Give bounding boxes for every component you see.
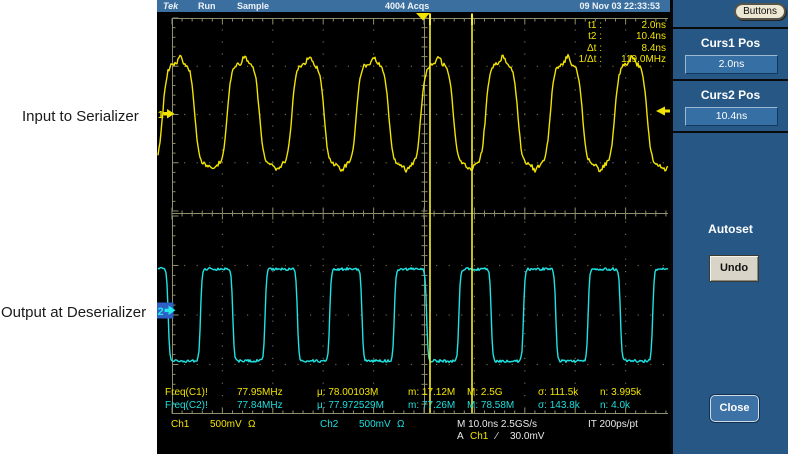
meas2-stdev: σ: 143.8k <box>538 400 580 411</box>
cursor-readout: t1 :2.0ns t2 :10.4ns Δt :8.4ns 1/Δt :119… <box>540 20 668 66</box>
trig-slope-icon: ∕ <box>496 431 498 442</box>
meas1-name: Freq(C1)! <box>165 387 208 398</box>
ch1-ground-marker <box>167 109 175 119</box>
annotation-output-deserializer: Output at Deserializer <box>1 304 146 321</box>
meas1-value: 77.95MHz <box>237 387 283 398</box>
trig-source: Ch1 <box>470 431 488 442</box>
autoset-title: Autoset <box>673 222 788 236</box>
ch1-waveform <box>158 55 668 173</box>
ch2-scale: 500mV <box>359 419 391 430</box>
panel-separator <box>673 27 788 29</box>
ch1-ohm-icon: Ω <box>248 419 255 430</box>
meas1-count: n: 3.995k <box>600 387 641 398</box>
screenshot-root: Input to Serializer Output at Deserializ… <box>0 0 788 454</box>
t1-label: t1 : <box>540 20 606 31</box>
trigger-level-arrow-icon <box>656 107 665 116</box>
waveform-display: 12 <box>157 0 670 454</box>
dt-value: 8.4ns <box>606 43 668 54</box>
ch2-ohm-icon: Ω <box>397 419 404 430</box>
trig-level: 30.0mV <box>510 431 544 442</box>
annotation-input-serializer: Input to Serializer <box>22 108 139 125</box>
meas2-count: n: 4.0k <box>600 400 630 411</box>
panel-separator <box>673 79 788 81</box>
ch2-label: Ch2 <box>320 419 338 430</box>
ch2-ground-marker <box>165 309 169 312</box>
ch1-label: Ch1 <box>171 419 189 430</box>
curs2-pos-title: Curs2 Pos <box>673 88 788 102</box>
meas1-stdev: σ: 111.5k <box>538 387 578 398</box>
close-button[interactable]: Close <box>710 395 759 422</box>
panel-separator <box>673 131 788 133</box>
buttons-button[interactable]: Buttons <box>734 3 786 20</box>
inv-dt-label: 1/Δt : <box>540 54 606 65</box>
meas1-min: m: 17.12M <box>408 387 455 398</box>
meas2-value: 77.84MHz <box>237 400 283 411</box>
dt-label: Δt : <box>540 43 606 54</box>
curs1-pos-value[interactable]: 2.0ns <box>685 55 778 74</box>
t2-value: 10.4ns <box>606 31 668 42</box>
trig-a: A <box>457 431 464 442</box>
timebase-readout: M 10.0ns 2.5GS/s <box>457 419 537 430</box>
t2-label: t2 : <box>540 31 606 42</box>
meas2-min: m: 77.26M <box>408 400 455 411</box>
interpolation-readout: IT 200ps/pt <box>588 419 638 430</box>
side-menu-panel: Buttons Curs1 Pos 2.0ns Curs2 Pos 10.4ns… <box>670 0 788 454</box>
trigger-position-marker <box>416 13 430 21</box>
curs1-pos-title: Curs1 Pos <box>673 36 788 50</box>
t1-value: 2.0ns <box>606 20 668 31</box>
meas1-mean: μ: 78.00103M <box>317 387 378 398</box>
meas2-mean: μ: 77.972529M <box>317 400 384 411</box>
meas1-max: M: 2.5G <box>467 387 503 398</box>
ch2-ground-marker: 2 <box>158 306 164 318</box>
undo-button[interactable]: Undo <box>709 255 759 282</box>
meas2-name: Freq(C2)! <box>165 400 208 411</box>
curs2-pos-value[interactable]: 10.4ns <box>685 107 778 126</box>
meas2-max: M: 78.58M <box>467 400 514 411</box>
ch1-scale: 500mV <box>210 419 242 430</box>
ch1-ground-marker: 1 <box>158 110 164 121</box>
inv-dt-value: 119.0MHz <box>606 54 668 65</box>
